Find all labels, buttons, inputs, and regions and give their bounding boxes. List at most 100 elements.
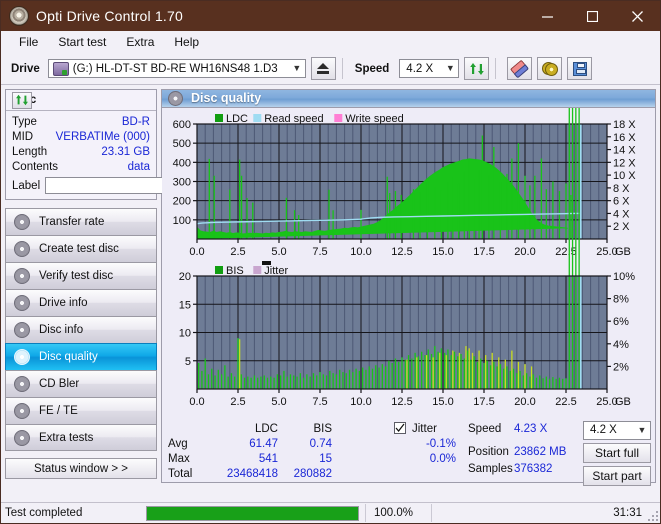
erase-button[interactable]	[507, 57, 533, 80]
disc-icon	[14, 322, 30, 338]
svg-text:17.5: 17.5	[473, 246, 494, 258]
svg-text:Jitter: Jitter	[264, 265, 288, 277]
svg-text:12.5: 12.5	[391, 396, 412, 408]
speed-select[interactable]: 4.2 X ▼	[399, 59, 460, 78]
sidebar-item-transfer-rate[interactable]: Transfer rate	[5, 208, 157, 235]
panel-header: Disc quality	[162, 90, 655, 108]
svg-text:2.5: 2.5	[230, 246, 245, 258]
svg-text:GB: GB	[615, 396, 631, 408]
sidebar-item-disc-info[interactable]: Disc info	[5, 316, 157, 343]
status-window-button[interactable]: Status window > >	[5, 458, 157, 479]
sidebar-item-drive-info[interactable]: Drive info	[5, 289, 157, 316]
svg-text:Read speed: Read speed	[264, 113, 323, 125]
disc-icon	[14, 376, 30, 392]
test-speed-select[interactable]: 4.2 X ▼	[583, 420, 651, 440]
main-content: Disc Type BD-R MID VERB	[1, 85, 660, 486]
sidebar-item-label: Verify test disc	[39, 270, 114, 282]
elapsed-time: 31:31	[431, 504, 660, 522]
svg-text:15.0: 15.0	[432, 246, 453, 258]
disc-icon	[14, 214, 30, 230]
menu-extra[interactable]: Extra	[117, 33, 163, 51]
sidebar-item-label: Disc quality	[39, 351, 98, 363]
close-icon[interactable]	[615, 1, 660, 31]
disc-rows: Type BD-R MID VERBATIMe (000) Length 23.…	[6, 111, 249, 199]
svg-text:15.0: 15.0	[432, 396, 453, 408]
disc-icon	[14, 349, 30, 365]
svg-text:6%: 6%	[613, 316, 629, 328]
chevron-down-icon: ▼	[292, 63, 302, 73]
chevron-down-icon: ▼	[445, 63, 455, 73]
disc-icon	[14, 429, 30, 446]
refresh-icon	[469, 62, 484, 75]
stats-row-key: Avg	[168, 437, 188, 450]
disc-quality-icon	[168, 90, 183, 106]
svg-text:4 X: 4 X	[613, 208, 630, 220]
minimize-icon[interactable]	[525, 1, 570, 31]
sidebar-item-cd-bler[interactable]: CD Bler	[5, 370, 157, 397]
svg-text:10%: 10%	[613, 271, 635, 283]
disc-quality-charts[interactable]: 100 200 300 400 500 600 2 X4 X6 X8 X10 X12 X14…	[162, 107, 652, 415]
disc-refresh-button[interactable]	[12, 91, 32, 109]
svg-text:LDC: LDC	[226, 113, 248, 125]
statistics-area: Avg Max Total LDC BIS 61.47 541 23468418…	[162, 418, 655, 486]
eject-icon	[317, 63, 330, 74]
sidebar-item-label: Drive info	[39, 297, 88, 309]
save-button[interactable]	[567, 57, 593, 80]
stats-col-bis: BIS	[313, 422, 332, 435]
disc-row-type: Type BD-R	[12, 114, 150, 129]
refresh-button[interactable]	[464, 57, 490, 80]
disc-tools-button[interactable]	[537, 57, 563, 80]
speed-value: 4.23 X	[514, 422, 548, 435]
menu-help[interactable]: Help	[165, 33, 208, 51]
sidebar-item-fe-te[interactable]: FE / TE	[5, 397, 157, 424]
resize-grip-icon[interactable]	[646, 509, 658, 521]
toolbar-divider-1	[341, 58, 343, 79]
toolbar-divider-2	[495, 58, 497, 79]
svg-text:300: 300	[173, 176, 191, 188]
jitter-avg-value: -0.1%	[425, 437, 456, 450]
sidebar-item-disc-quality[interactable]: Disc quality	[5, 343, 157, 370]
drive-select[interactable]: (G:) HL-DT-ST BD-RE WH16NS48 1.D3 ▼	[47, 59, 306, 78]
speed-label: Speed	[354, 62, 390, 75]
speed-key: Speed	[468, 422, 502, 435]
stats-max-ldc: 541	[258, 452, 278, 465]
menu-file[interactable]: File	[10, 33, 47, 51]
sidebar-item-label: FE / TE	[39, 405, 78, 417]
sidebar-item-extra-tests[interactable]: Extra tests	[5, 424, 157, 451]
menu-start-test[interactable]: Start test	[49, 33, 115, 51]
svg-text:2 X: 2 X	[613, 221, 630, 233]
sidebar-item-verify-test-disc[interactable]: Verify test disc	[5, 262, 157, 289]
svg-text:Write speed: Write speed	[345, 113, 404, 125]
svg-text:10.0: 10.0	[350, 396, 371, 408]
disc-row-length: Length 23.31 GB	[12, 144, 150, 159]
maximize-icon[interactable]	[570, 1, 615, 31]
jitter-max-value: 0.0%	[429, 452, 456, 465]
svg-text:100: 100	[173, 215, 191, 227]
sidebar-item-label: Transfer rate	[39, 216, 105, 228]
start-full-button[interactable]: Start full	[583, 442, 651, 463]
start-part-button[interactable]: Start part	[583, 465, 651, 486]
disc-icon	[14, 268, 30, 284]
svg-text:5: 5	[185, 356, 191, 368]
disc-row-mid: MID VERBATIMe (000)	[12, 129, 150, 144]
app-window: Opti Drive Control 1.70 File Start test …	[0, 0, 661, 524]
disc-icon	[14, 403, 30, 419]
sidebar: Disc Type BD-R MID VERB	[1, 85, 249, 483]
jitter-checkbox[interactable]	[394, 421, 406, 434]
stats-avg-ldc: 61.47	[249, 437, 278, 450]
stats-total-bis: 280882	[293, 467, 332, 480]
svg-text:2%: 2%	[613, 361, 629, 373]
sidebar-item-create-test-disc[interactable]: Create test disc	[5, 235, 157, 262]
disc-label-key: Label	[12, 179, 41, 192]
svg-text:200: 200	[173, 196, 191, 208]
sidebar-item-label: Create test disc	[39, 243, 119, 255]
status-window-wrap: Status window > >	[5, 458, 157, 479]
eject-button[interactable]	[310, 57, 336, 80]
svg-text:12.5: 12.5	[391, 246, 412, 258]
page-title: Disc quality	[191, 91, 262, 106]
progress-bar-fill	[147, 506, 358, 520]
disc-info-panel: Disc Type BD-R MID VERB	[5, 89, 249, 200]
svg-text:16 X: 16 X	[613, 132, 636, 144]
svg-text:400: 400	[173, 157, 191, 169]
status-bar: Test completed 100.0% 31:31	[1, 502, 660, 523]
